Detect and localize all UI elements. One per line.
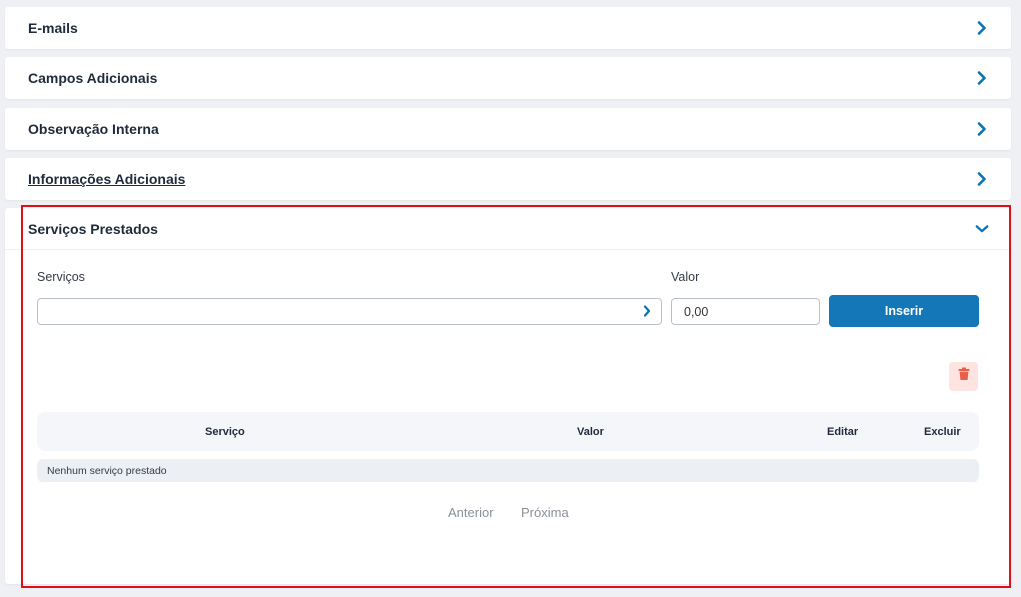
panel-header-emails[interactable]: E-mails bbox=[5, 7, 1011, 49]
valor-input[interactable]: 0,00 bbox=[671, 298, 820, 325]
chevron-right-icon[interactable] bbox=[975, 21, 989, 35]
panel-servicos-prestados: Serviços Prestados Serviços Valor 0,00 I… bbox=[5, 208, 1011, 584]
servicos-select[interactable] bbox=[37, 298, 662, 325]
panel-header-informacoes-adicionais[interactable]: Informações Adicionais bbox=[5, 158, 1011, 200]
panel-title: Observação Interna bbox=[28, 121, 159, 137]
panel-header-campos-adicionais[interactable]: Campos Adicionais bbox=[5, 57, 1011, 99]
panel-emails[interactable]: E-mails bbox=[5, 7, 1011, 49]
chevron-right-icon bbox=[643, 305, 651, 320]
panel-title: E-mails bbox=[28, 20, 78, 36]
valor-label: Valor bbox=[671, 270, 700, 284]
panel-title: Informações Adicionais bbox=[28, 171, 186, 187]
panel-header-servicos-prestados[interactable]: Serviços Prestados bbox=[5, 208, 1011, 250]
pagination-previous[interactable]: Anterior bbox=[448, 505, 494, 520]
panel-title: Serviços Prestados bbox=[28, 220, 158, 237]
panel-title: Campos Adicionais bbox=[28, 70, 158, 86]
inserir-button[interactable]: Inserir bbox=[829, 295, 979, 327]
chevron-right-icon[interactable] bbox=[975, 122, 989, 136]
panel-header-observacao-interna[interactable]: Observação Interna bbox=[5, 108, 1011, 150]
servicos-label: Serviços bbox=[37, 270, 85, 284]
column-header-servico: Serviço bbox=[205, 425, 245, 438]
valor-input-value: 0,00 bbox=[684, 304, 709, 319]
delete-button[interactable] bbox=[949, 362, 978, 391]
panel-campos-adicionais[interactable]: Campos Adicionais bbox=[5, 57, 1011, 99]
column-header-editar: Editar bbox=[827, 425, 859, 438]
services-table-header: Serviço Valor Editar Excluir bbox=[37, 412, 979, 451]
chevron-right-icon[interactable] bbox=[975, 71, 989, 85]
table-empty-row: Nenhum serviço prestado bbox=[37, 459, 979, 482]
column-header-valor: Valor bbox=[577, 425, 604, 438]
pagination-next[interactable]: Próxima bbox=[521, 505, 569, 520]
trash-icon bbox=[958, 367, 970, 386]
chevron-down-icon[interactable] bbox=[975, 222, 989, 236]
panel-informacoes-adicionais[interactable]: Informações Adicionais bbox=[5, 158, 1011, 200]
column-header-excluir: Excluir bbox=[924, 425, 961, 438]
chevron-right-icon[interactable] bbox=[975, 172, 989, 186]
empty-message: Nenhum serviço prestado bbox=[47, 464, 167, 477]
panel-observacao-interna[interactable]: Observação Interna bbox=[5, 108, 1011, 150]
